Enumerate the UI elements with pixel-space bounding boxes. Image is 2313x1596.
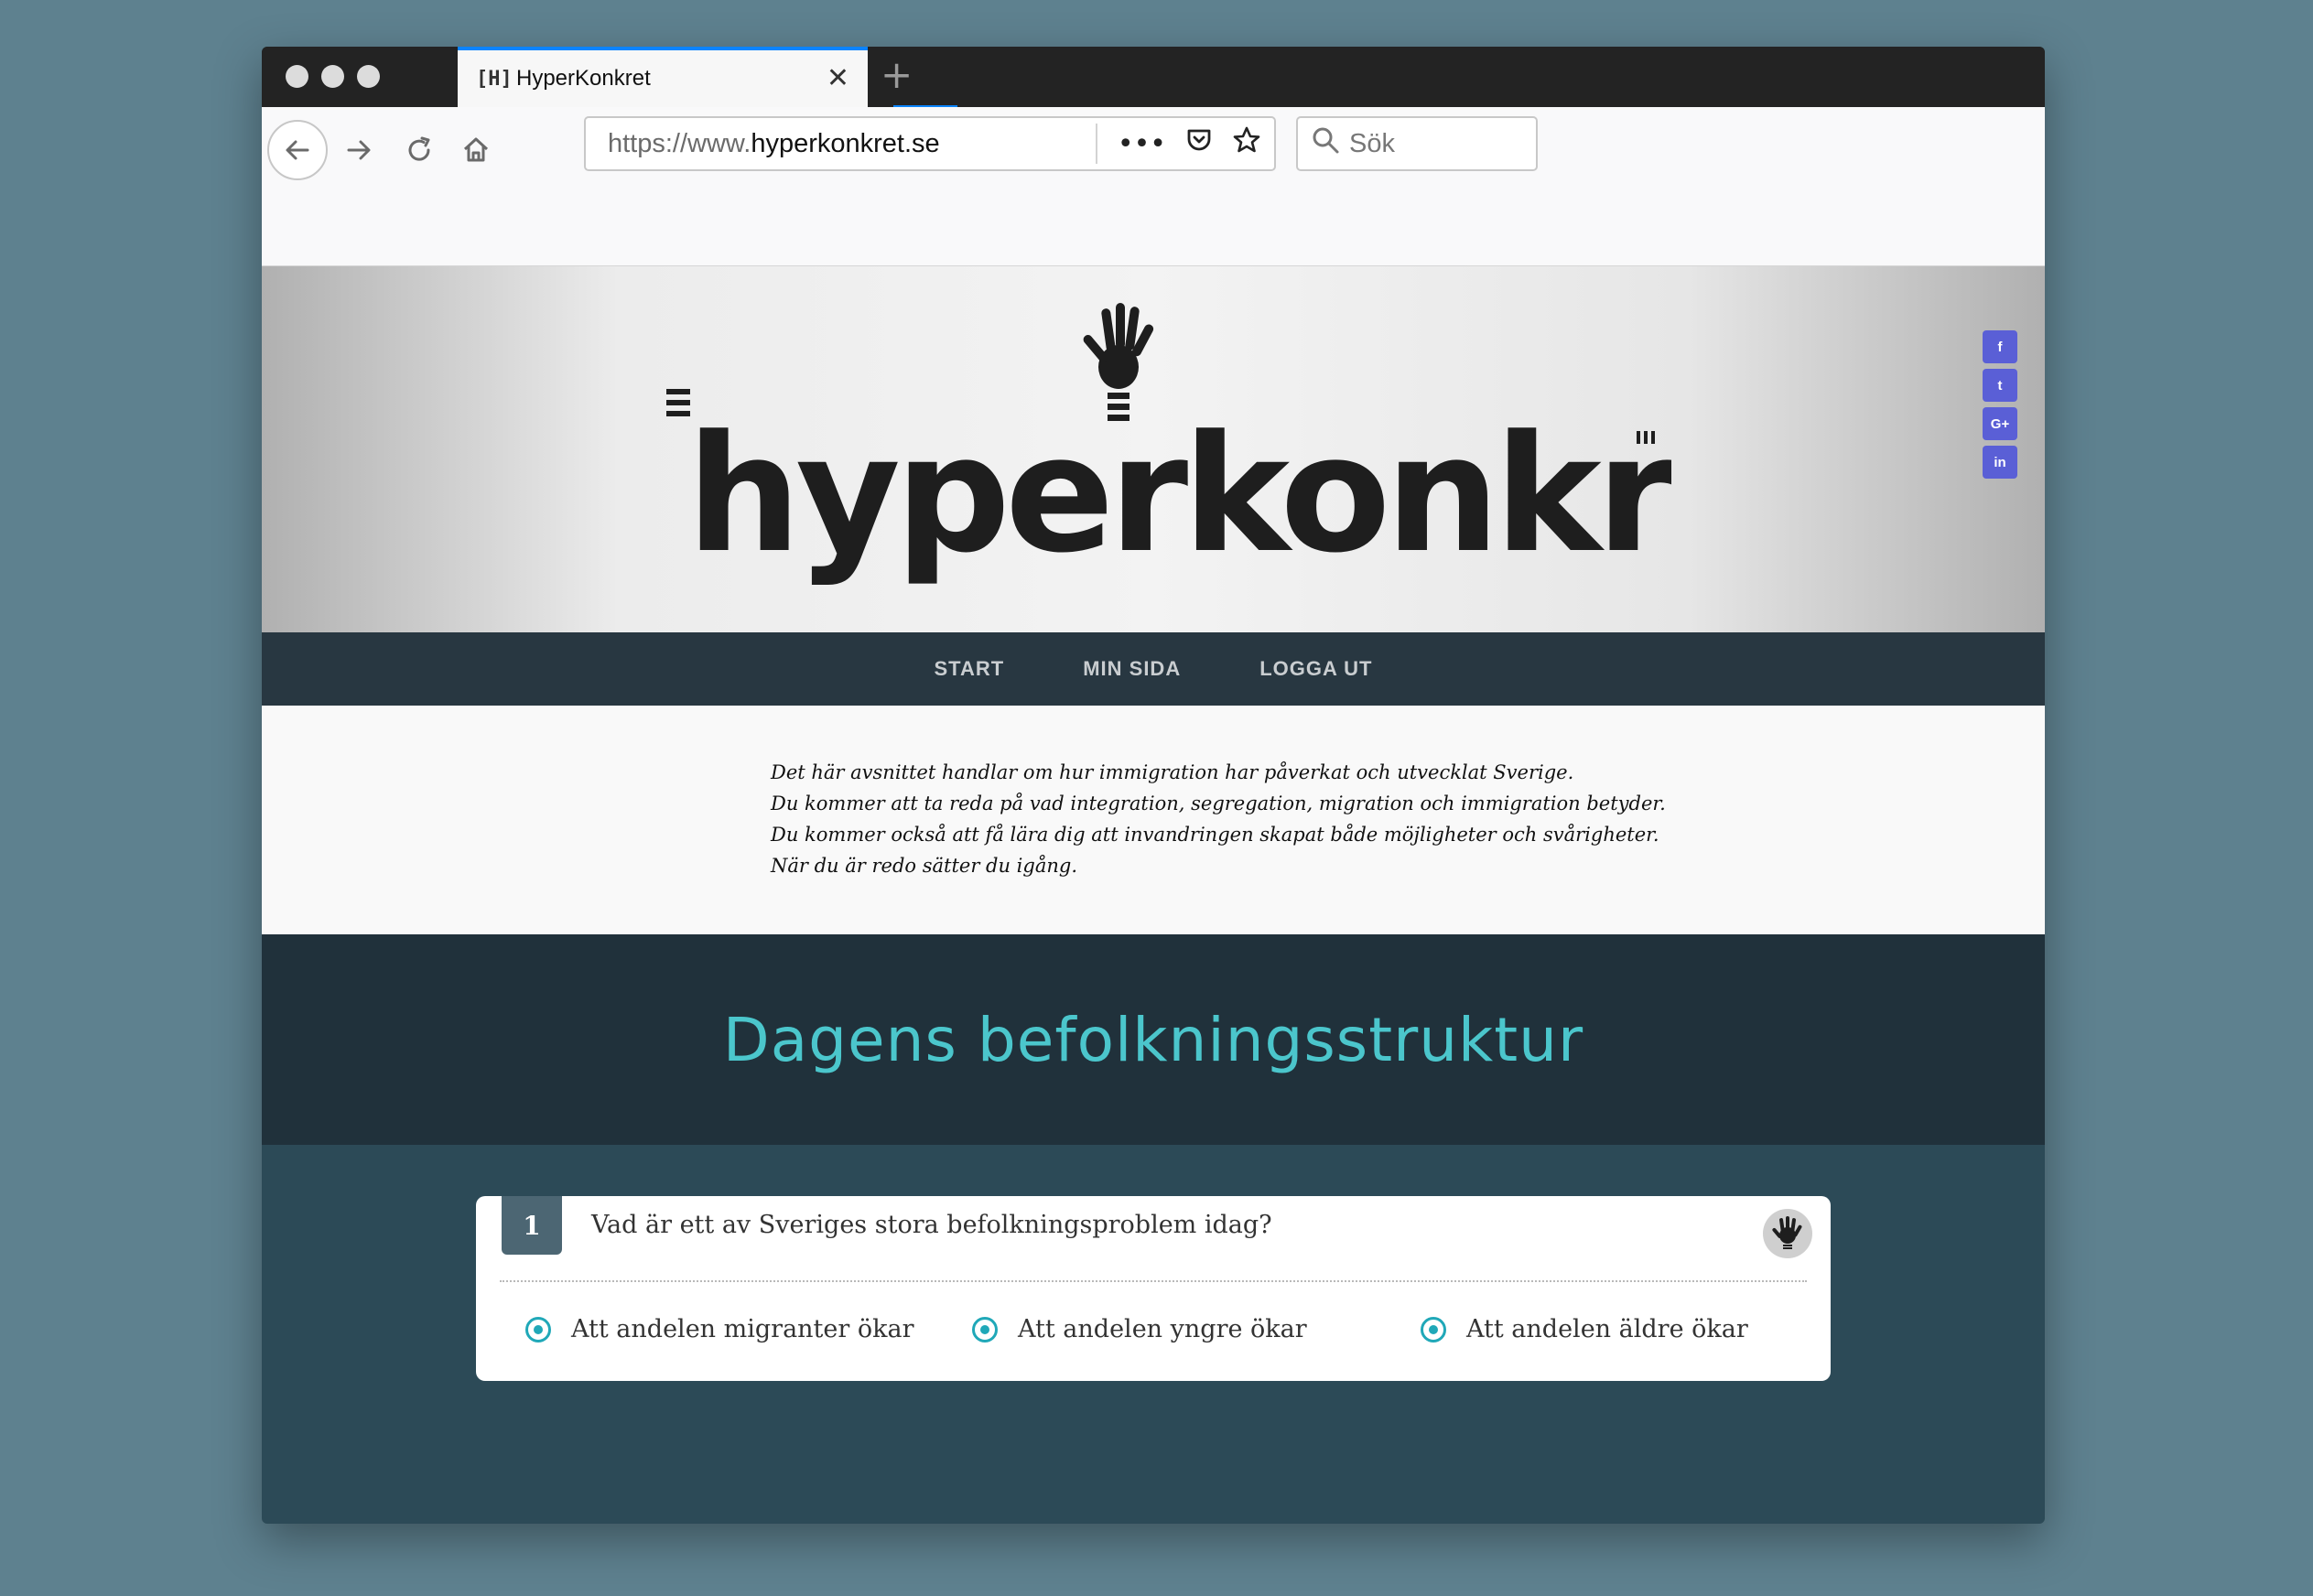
question-divider: [500, 1280, 1807, 1282]
pocket-icon[interactable]: [1184, 125, 1214, 162]
back-button[interactable]: [267, 120, 328, 180]
google-plus-share-button[interactable]: G+: [1983, 407, 2017, 440]
radio-button[interactable]: [525, 1316, 551, 1343]
arrow-right-icon: [347, 140, 371, 160]
reload-button[interactable]: [392, 123, 447, 178]
intro-line: Det här avsnittet handlar om hur immigra…: [771, 761, 1574, 783]
menu-item-start[interactable]: START: [935, 657, 1005, 681]
twitter-share-button[interactable]: t: [1983, 369, 2017, 402]
answer-label: Att andelen migranter ökar: [571, 1315, 914, 1343]
reload-icon: [408, 136, 430, 161]
hyperkonkret-logo[interactable]: hyperkonkret: [665, 303, 1671, 605]
intro-section: Det här avsnittet handlar om hur immigra…: [262, 706, 2045, 934]
facebook-share-button[interactable]: f: [1983, 330, 2017, 363]
minimize-window-button[interactable]: [321, 65, 344, 88]
url-text[interactable]: https://www.hyperkonkret.se: [586, 129, 1096, 159]
radio-button[interactable]: [1421, 1316, 1446, 1343]
close-window-button[interactable]: [286, 65, 308, 88]
help-hand-button[interactable]: [1763, 1209, 1812, 1258]
intro-line: Du kommer också att få lära dig att inva…: [771, 824, 1659, 846]
tab-close-icon[interactable]: ✕: [827, 65, 849, 92]
question-text: Vad är ett av Sveriges stora befolknings…: [591, 1211, 1272, 1239]
linkedin-share-button[interactable]: in: [1983, 446, 2017, 479]
menu-item-min-sida[interactable]: MIN SIDA: [1083, 657, 1181, 681]
arrow-left-icon: [286, 140, 309, 160]
forward-button[interactable]: [331, 123, 386, 178]
answer-option[interactable]: Att andelen yngre ökar: [972, 1315, 1307, 1343]
favicon-icon: [H]: [476, 67, 513, 91]
browser-window: [H] HyperKonkret ✕ + https://www.hyperko…: [262, 47, 2045, 1524]
browser-toolbar: https://www.hyperkonkret.se ••• Sök: [262, 107, 2045, 266]
browser-tab[interactable]: [H] HyperKonkret ✕: [458, 47, 868, 107]
tab-strip: [H] HyperKonkret ✕ +: [262, 47, 2045, 108]
question-card: 1 Vad är ett av Sveriges stora befolknin…: [476, 1196, 1831, 1381]
site-header: hyperkonkret f t G+ in: [262, 266, 2045, 632]
home-button[interactable]: [449, 123, 503, 178]
logo-text: hyperkonkret: [686, 401, 1671, 588]
section-title: Dagens befolkningsstruktur: [722, 1004, 1584, 1075]
answer-option[interactable]: Att andelen äldre ökar: [1421, 1315, 1748, 1343]
menu-item-logga-ut[interactable]: LOGGA UT: [1259, 657, 1372, 681]
more-actions-icon[interactable]: •••: [1118, 128, 1166, 160]
window-controls: [286, 65, 380, 88]
answer-option[interactable]: Att andelen migranter ökar: [525, 1315, 914, 1343]
section-heading-band: Dagens befolkningsstruktur: [262, 934, 2045, 1145]
intro-line: Du kommer att ta reda på vad integration…: [771, 793, 1666, 814]
hand-icon: [1772, 1216, 1802, 1249]
question-number: 1: [502, 1196, 562, 1255]
new-tab-button[interactable]: +: [881, 56, 913, 94]
maximize-window-button[interactable]: [357, 65, 380, 88]
main-menu: START MIN SIDA LOGGA UT: [262, 632, 2045, 706]
social-share-bar: f t G+ in: [1983, 330, 2017, 479]
tab-title: HyperKonkret: [516, 66, 651, 91]
search-bar[interactable]: Sök: [1296, 116, 1538, 171]
answer-label: Att andelen äldre ökar: [1466, 1315, 1748, 1343]
radio-button[interactable]: [972, 1316, 998, 1343]
answer-label: Att andelen yngre ökar: [1018, 1315, 1307, 1343]
search-icon: [1311, 125, 1340, 163]
bookmark-star-icon[interactable]: [1232, 125, 1261, 162]
url-bar[interactable]: https://www.hyperkonkret.se •••: [584, 116, 1276, 171]
intro-line: När du är redo sätter du igång.: [771, 855, 1077, 877]
search-placeholder: Sök: [1349, 128, 1395, 158]
home-icon: [463, 137, 489, 162]
intro-text: Det här avsnittet handlar om hur immigra…: [771, 757, 1666, 881]
